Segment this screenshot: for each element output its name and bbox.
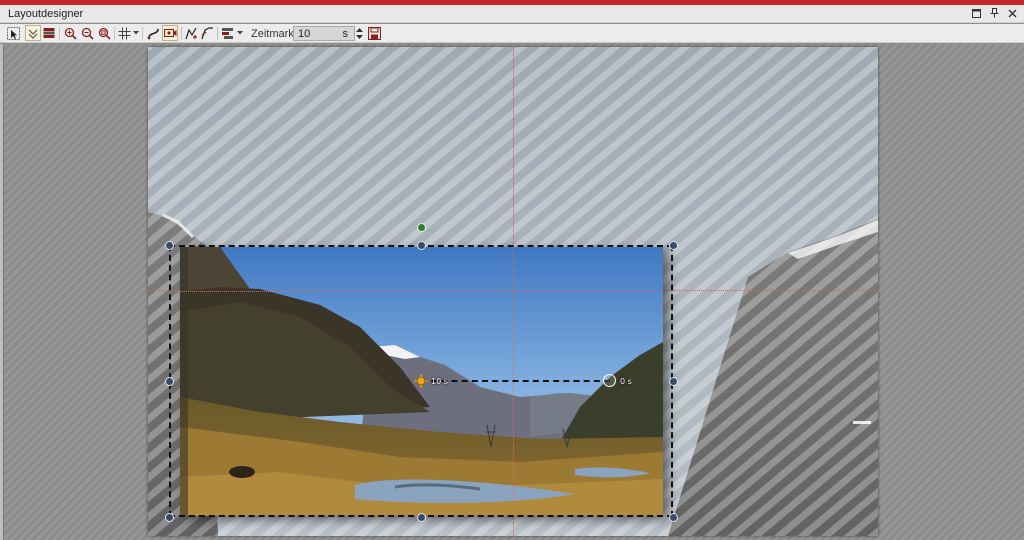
zeitmarke-input[interactable]: 10 s <box>293 26 355 41</box>
camera-icon[interactable] <box>162 25 178 41</box>
keyframe-start-label: 10 s <box>431 377 448 386</box>
keyframe-start-marker-icon[interactable] <box>414 374 428 388</box>
resize-handle-top-right[interactable] <box>669 241 678 250</box>
workspace-edge <box>0 44 4 540</box>
resize-handle-top-left[interactable] <box>165 241 174 250</box>
motion-path-icon[interactable] <box>146 26 160 40</box>
hide-others-icon[interactable] <box>25 25 41 41</box>
toolbar-separator <box>114 27 115 40</box>
resize-handle-bottom-right[interactable] <box>669 513 678 522</box>
zoom-fit-icon[interactable] <box>97 26 111 40</box>
zeitmarke-unit: s <box>342 28 349 40</box>
zoom-in-icon[interactable] <box>63 26 77 40</box>
keyframe-end-marker[interactable] <box>603 374 616 387</box>
window-controls <box>970 7 1018 19</box>
toolbar-separator <box>181 27 182 40</box>
pin-icon[interactable] <box>988 7 1000 19</box>
keyframe-add-icon[interactable] <box>184 26 198 40</box>
resize-handle-bottom[interactable] <box>417 513 426 522</box>
align-dropdown-chevron-icon[interactable] <box>237 26 243 40</box>
window-title: Layoutdesigner <box>8 8 84 20</box>
resize-handle-top[interactable] <box>417 241 426 250</box>
zeitmarke-spinner[interactable] <box>355 26 364 41</box>
keyframe-remove-icon[interactable] <box>200 26 214 40</box>
restore-icon[interactable] <box>970 7 982 19</box>
layers-icon[interactable] <box>42 26 56 40</box>
toolbar-separator <box>59 27 60 40</box>
window-titlebar: Layoutdesigner <box>0 5 1024 23</box>
resize-handle-right[interactable] <box>669 377 678 386</box>
grid-icon[interactable] <box>117 26 131 40</box>
motion-path-line[interactable] <box>421 380 610 382</box>
grid-dropdown-chevron-icon[interactable] <box>133 26 139 40</box>
toolbar-separator <box>217 27 218 40</box>
rotation-handle[interactable] <box>417 223 426 232</box>
zoom-out-icon[interactable] <box>80 26 94 40</box>
zeitmarke-value: 10 <box>298 28 311 40</box>
keyframe-end-label: 0 s <box>620 377 632 386</box>
close-icon[interactable] <box>1006 7 1018 19</box>
toolbar-separator <box>142 27 143 40</box>
save-icon[interactable] <box>367 26 382 41</box>
toolbar: Zeitmarke: 10 s <box>0 24 1024 43</box>
resize-handle-bottom-left[interactable] <box>165 513 174 522</box>
selection-tool-icon[interactable] <box>6 26 20 40</box>
resize-handle-left[interactable] <box>165 377 174 386</box>
align-icon[interactable] <box>220 26 234 40</box>
